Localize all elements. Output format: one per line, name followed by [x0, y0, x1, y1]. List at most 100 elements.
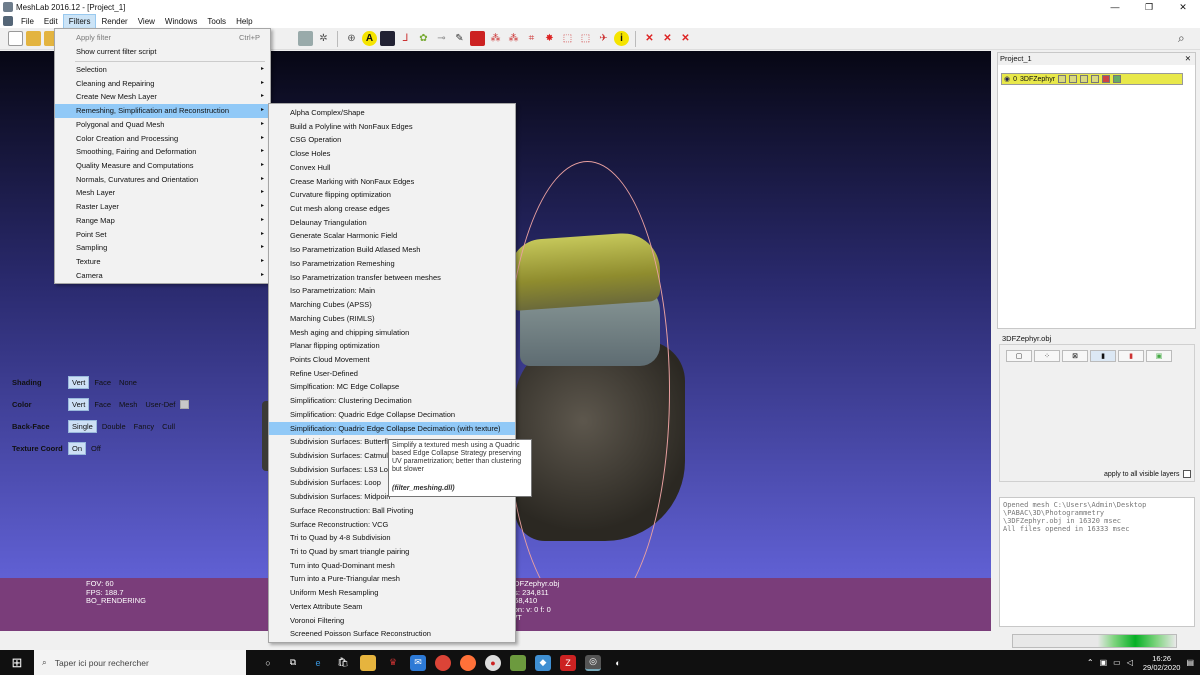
filters-menu-item[interactable]: Texture ▸ — [55, 255, 270, 269]
menu-tools[interactable]: Tools — [202, 15, 231, 28]
remesh-filter-item[interactable]: Crease Marking with NonFaux Edges — [269, 175, 515, 189]
texcoord-off[interactable]: Off — [88, 443, 104, 454]
remesh-filter-item[interactable]: Iso Parametrization: Main — [269, 284, 515, 298]
remesh-filter-item[interactable]: Simplfication: MC Edge Collapse — [269, 380, 515, 394]
shading-vert[interactable]: Vert — [68, 376, 90, 389]
restore-button[interactable]: ❐ — [1132, 0, 1166, 14]
select-vertices-icon[interactable]: ⁂ — [488, 31, 503, 46]
layer-icon[interactable] — [380, 31, 395, 46]
measure-icon[interactable]: ⊸ — [434, 31, 449, 46]
remesh-filter-item[interactable]: Build a Polyline with NonFaux Edges — [269, 120, 515, 134]
color-swatch[interactable] — [180, 400, 190, 409]
notifications-icon[interactable]: ▤ — [1186, 658, 1194, 667]
apply-filter-item[interactable]: Apply filter Ctrl+P — [55, 31, 270, 45]
remesh-filter-item[interactable]: Marching Cubes (RIMLS) — [269, 312, 515, 326]
menu-filters[interactable]: Filters — [62, 13, 97, 29]
remesh-filter-item[interactable]: Planar flipping optimization — [269, 339, 515, 353]
show-filter-script-item[interactable]: Show current filter script — [55, 45, 270, 59]
menu-windows[interactable]: Windows — [160, 15, 202, 28]
app-icon[interactable]: ◐ — [610, 655, 626, 671]
game-icon[interactable]: ♛ — [385, 655, 401, 671]
minimize-button[interactable]: — — [1098, 0, 1132, 14]
zephyr-icon[interactable]: Z — [560, 654, 576, 671]
remesh-filter-item[interactable]: Cut mesh along crease edges — [269, 202, 515, 216]
remesh-filter-item[interactable]: Points Cloud Movement — [269, 353, 515, 367]
tab-bbox-icon[interactable]: ▢ — [1006, 350, 1032, 362]
menu-edit[interactable]: Edit — [39, 15, 63, 28]
filters-menu-item[interactable]: Create New Mesh Layer ▸ — [55, 90, 270, 104]
eye-icon[interactable]: ◉ — [1004, 75, 1010, 83]
axis-icon[interactable]: ⅃ — [398, 31, 413, 46]
tray-network-icon[interactable]: ▭ — [1113, 658, 1121, 667]
backface-cull[interactable]: Cull — [159, 421, 178, 432]
filters-menu-item[interactable]: Smoothing, Fairing and Deformation ▸ — [55, 145, 270, 159]
tab-points-icon[interactable]: ⁘ — [1034, 350, 1060, 362]
backface-double[interactable]: Double — [99, 421, 129, 432]
filters-menu-item[interactable]: Selection ▸ — [55, 63, 270, 77]
remesh-filter-item[interactable]: Generate Scalar Harmonic Field — [269, 229, 515, 243]
remesh-filter-item[interactable]: Voronoi Filtering — [269, 614, 515, 628]
remesh-filter-item[interactable]: Turn into a Pure-Triangular mesh — [269, 572, 515, 586]
remesh-filter-item[interactable]: Uniform Mesh Resampling — [269, 586, 515, 600]
task-view-icon[interactable]: ⧉ — [285, 655, 301, 671]
filters-menu-item[interactable]: Cleaning and Repairing ▸ — [55, 77, 270, 91]
paint-icon[interactable]: ✎ — [452, 31, 467, 46]
menu-file[interactable]: File — [16, 15, 39, 28]
apply-all-checkbox[interactable] — [1183, 470, 1192, 478]
meshlab-taskbar-icon[interactable]: ◎ — [585, 654, 601, 671]
windows-start-icon[interactable]: ⊞ — [0, 650, 34, 675]
new-project-icon[interactable] — [8, 31, 23, 46]
annotation-icon[interactable]: A — [362, 31, 377, 46]
layer-tool-icon[interactable] — [1091, 75, 1100, 83]
tray-volume-icon[interactable]: ◁ — [1127, 658, 1133, 667]
remesh-filter-item[interactable]: Screened Poisson Surface Reconstruction — [269, 627, 515, 641]
clock[interactable]: 16:26 29/02/2020 — [1143, 654, 1181, 672]
color-user-def[interactable]: User-Def — [142, 399, 178, 410]
firefox-icon[interactable] — [460, 654, 476, 671]
delete-faces-vertices-icon[interactable]: ✕ — [678, 31, 693, 46]
select-region-icon[interactable]: ⬚ — [560, 31, 575, 46]
info-icon[interactable]: i — [614, 31, 629, 46]
filters-menu-item[interactable]: Normals, Curvatures and Orientation ▸ — [55, 173, 270, 187]
tray-app-icon[interactable]: ▣ — [1100, 658, 1108, 667]
points-render-icon[interactable]: ✲ — [316, 31, 331, 46]
tab-texture-icon[interactable]: ▮ — [1118, 350, 1144, 362]
shading-face[interactable]: Face — [91, 377, 114, 388]
color-face[interactable]: Face — [91, 399, 114, 410]
filters-menu-item[interactable]: Mesh Layer ▸ — [55, 186, 270, 200]
search-icon[interactable]: ⌕ — [1178, 31, 1192, 45]
chrome-icon[interactable] — [435, 654, 451, 671]
delete-faces-icon[interactable]: ✕ — [660, 31, 675, 46]
color-mesh[interactable]: Mesh — [116, 399, 140, 410]
remesh-filter-item[interactable]: Iso Parametrization Remeshing — [269, 257, 515, 271]
texture-icon[interactable] — [470, 31, 485, 46]
store-icon[interactable]: 🛍 — [335, 655, 351, 671]
shading-none[interactable]: None — [116, 377, 140, 388]
taskbar-search[interactable]: ⌕ Taper ici pour rechercher — [34, 650, 246, 675]
file-explorer-icon[interactable] — [360, 654, 376, 671]
layer-row[interactable]: ◉ 0 3DFZephyr — [1001, 73, 1183, 85]
menu-render[interactable]: Render — [96, 15, 132, 28]
layer-tool-icon[interactable] — [1058, 75, 1067, 83]
select-connected-icon[interactable]: ⬚ — [578, 31, 593, 46]
mail-icon[interactable]: ✉ — [410, 654, 426, 671]
vscode-icon[interactable]: ◆ — [535, 654, 551, 671]
remesh-filter-item[interactable]: Tri to Quad by 4-8 Subdivision — [269, 531, 515, 545]
menu-help[interactable]: Help — [231, 15, 257, 28]
filters-menu-item[interactable]: Range Map ▸ — [55, 214, 270, 228]
layer-tool-icon[interactable] — [1080, 75, 1089, 83]
layer-tool-icon[interactable] — [1102, 75, 1111, 83]
remesh-filter-item[interactable]: Iso Parametrization transfer between mes… — [269, 271, 515, 285]
color-vert[interactable]: Vert — [68, 398, 90, 411]
tab-wire-icon[interactable]: ⊠ — [1062, 350, 1088, 362]
remesh-filter-item[interactable]: Turn into Quad-Dominant mesh — [269, 559, 515, 573]
remesh-filter-item[interactable]: Mesh aging and chipping simulation — [269, 326, 515, 340]
remesh-filter-item[interactable]: Close Holes — [269, 147, 515, 161]
filters-menu-item[interactable]: Sampling ▸ — [55, 241, 270, 255]
star-select-icon[interactable]: ✸ — [542, 31, 557, 46]
remesh-filter-item[interactable]: Simplification: Quadric Edge Collapse De… — [269, 421, 515, 436]
delete-vertices-icon[interactable]: ✕ — [642, 31, 657, 46]
remesh-filter-item[interactable]: CSG Operation — [269, 133, 515, 147]
close-button[interactable]: ✕ — [1166, 0, 1200, 14]
remesh-filter-item[interactable]: Curvature flipping optimization — [269, 188, 515, 202]
